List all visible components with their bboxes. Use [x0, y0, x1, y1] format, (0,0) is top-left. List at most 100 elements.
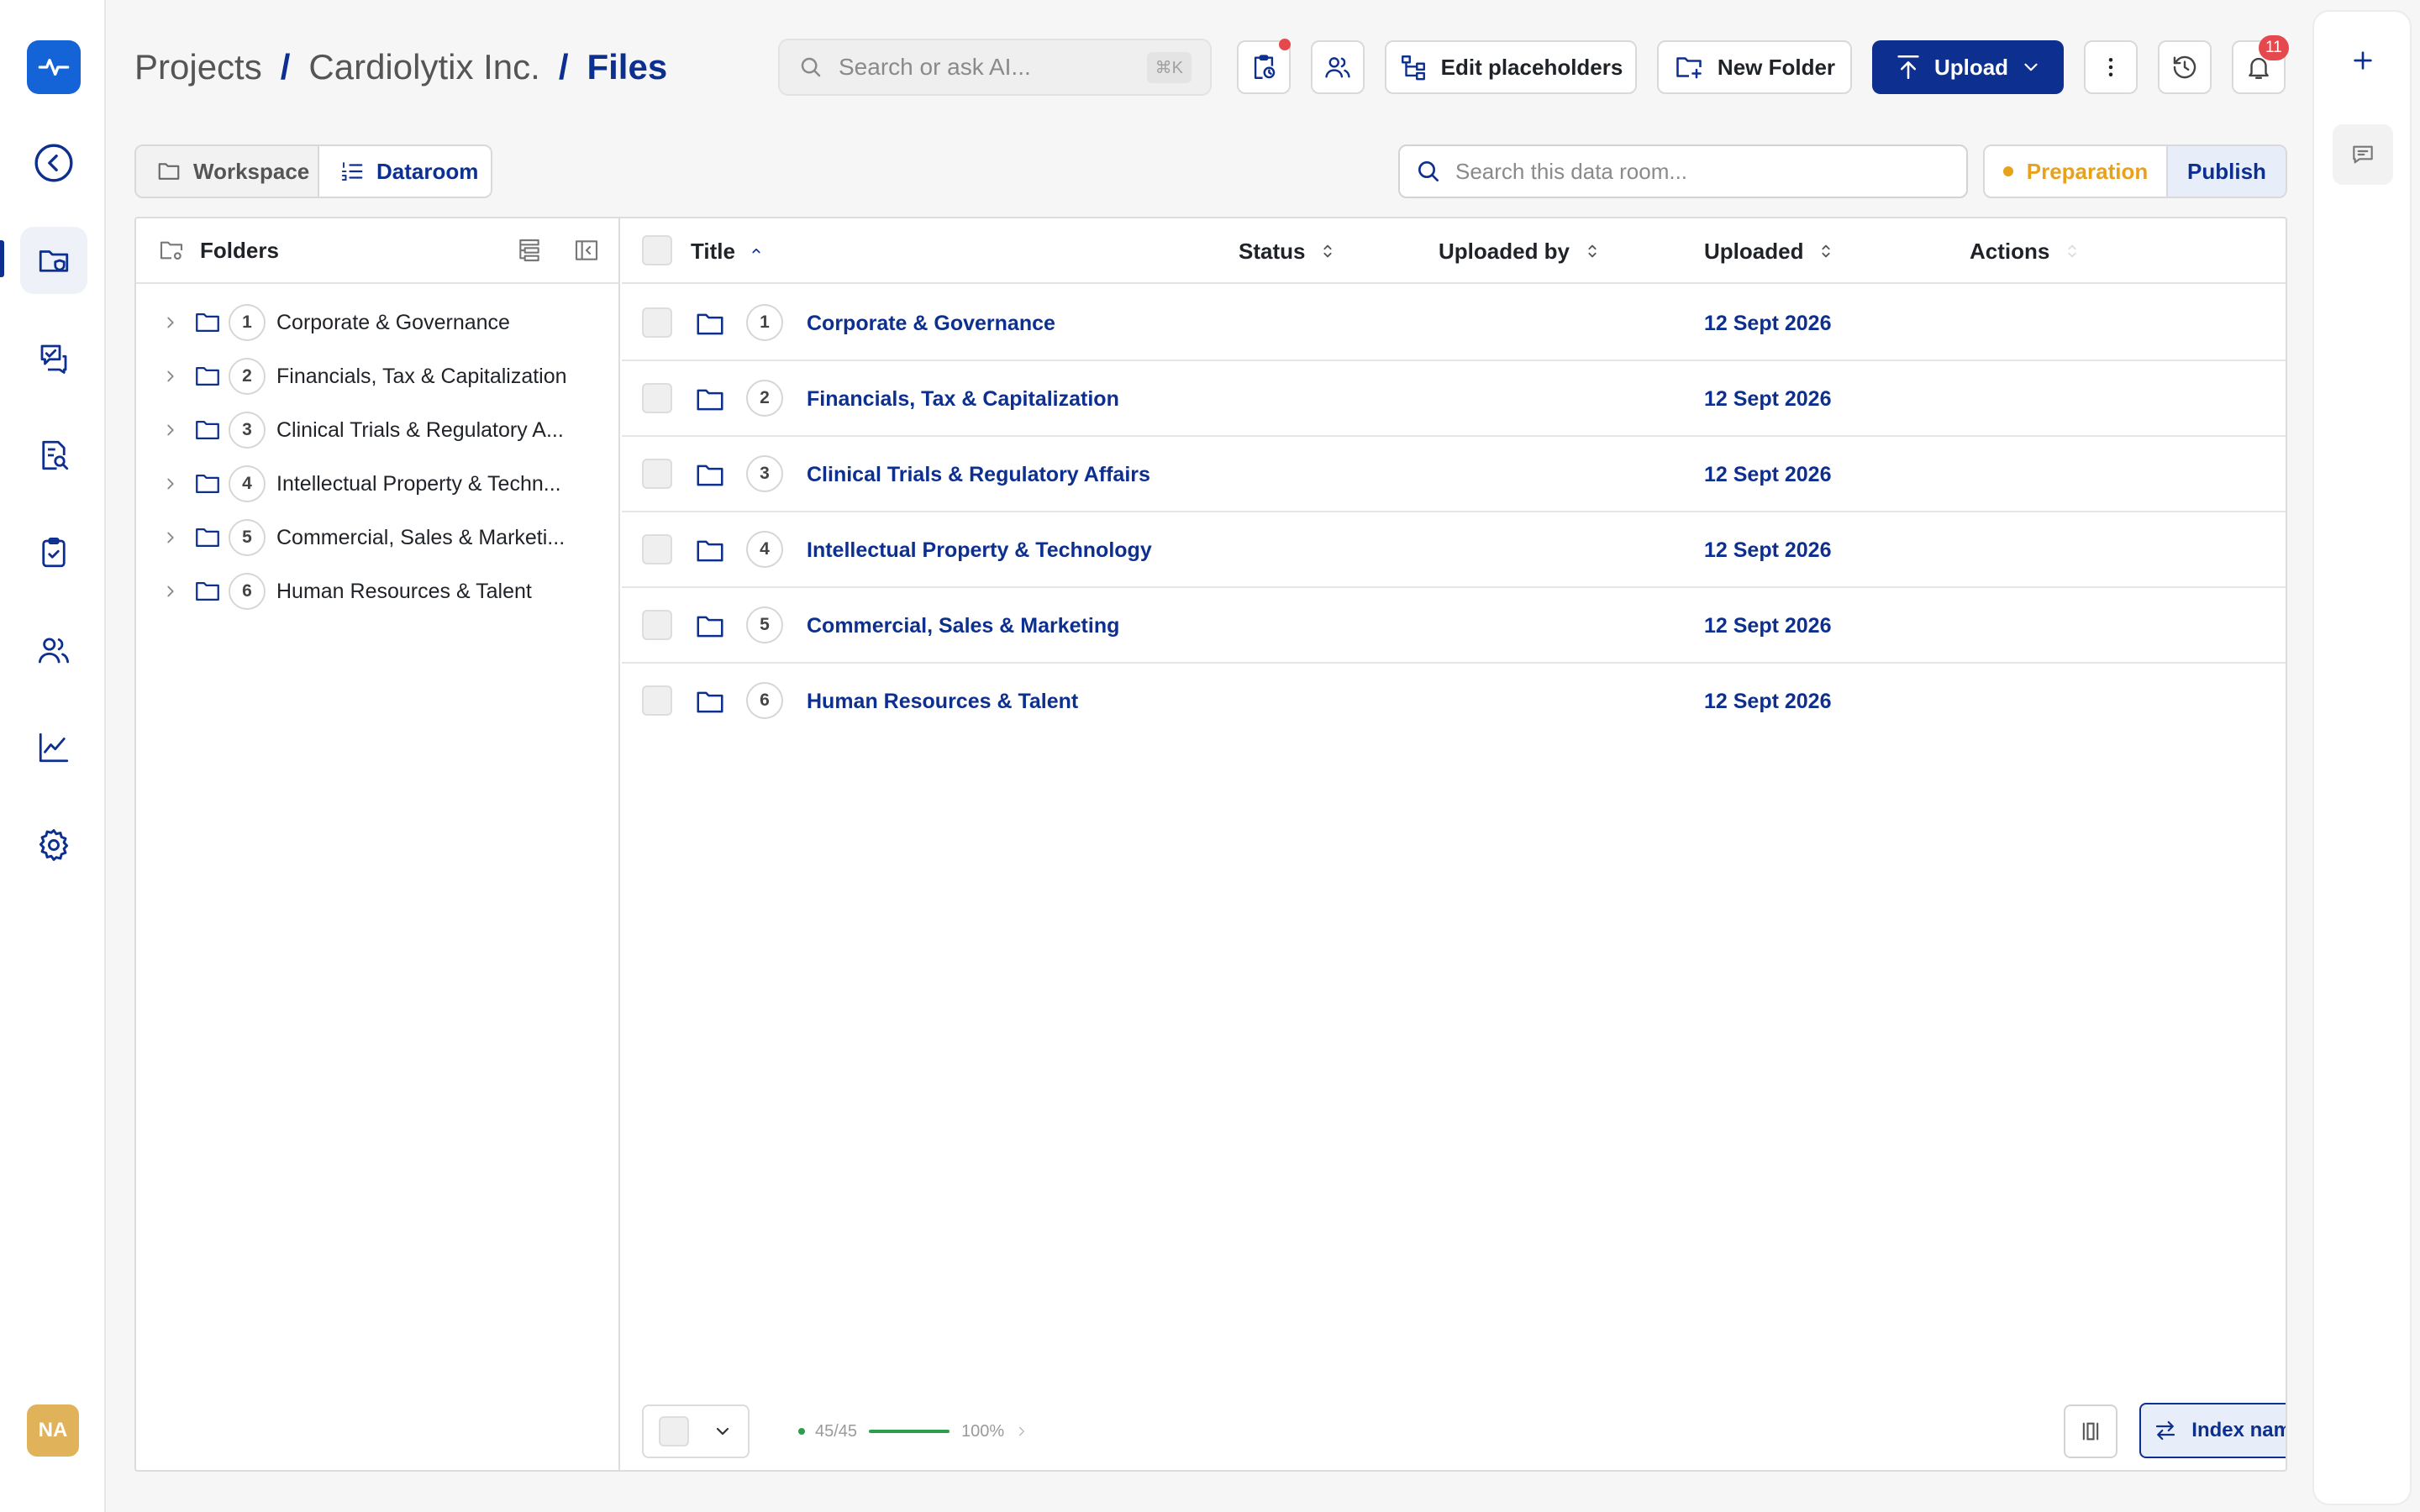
chevron-down-icon — [716, 1427, 729, 1436]
tree-folder-item[interactable]: 2 Financials, Tax & Capitalization — [136, 349, 618, 403]
tree-folder-item[interactable]: 3 Clinical Trials & Regulatory A... — [136, 403, 618, 457]
sort-icon[interactable] — [1318, 242, 1337, 260]
chevron-right-icon[interactable] — [161, 528, 180, 547]
sort-ascending-icon[interactable] — [749, 244, 764, 259]
bulk-select-checkbox[interactable] — [659, 1416, 689, 1446]
gear-icon — [39, 829, 69, 861]
row-checkbox[interactable] — [642, 534, 672, 564]
nav-settings[interactable] — [20, 811, 87, 879]
folder-icon — [196, 581, 219, 601]
row-title-link[interactable]: Human Resources & Talent — [807, 664, 1078, 739]
global-search-input[interactable]: Search or ask AI... ⌘K — [778, 39, 1212, 96]
tree-folder-item[interactable]: 4 Intellectual Property & Techn... — [136, 457, 618, 511]
index-names-button[interactable]: Index names — [2139, 1403, 2286, 1458]
search-icon — [1418, 161, 1439, 181]
tree-folder-item[interactable]: 6 Human Resources & Talent — [136, 564, 618, 618]
table-row[interactable]: 6 Human Resources & Talent 12 Sept 2026 — [622, 664, 2286, 739]
column-uploaded-by[interactable]: Uploaded by — [1439, 218, 1602, 284]
row-checkbox[interactable] — [642, 610, 672, 640]
row-checkbox[interactable] — [642, 459, 672, 489]
row-title-link[interactable]: Clinical Trials & Regulatory Affairs — [807, 437, 1150, 512]
chevron-right-icon[interactable] — [161, 367, 180, 386]
table-row[interactable]: 3 Clinical Trials & Regulatory Affairs 1… — [622, 437, 2286, 512]
tree-folder-item[interactable]: 1 Corporate & Governance — [136, 296, 618, 349]
sort-icon[interactable] — [1583, 242, 1602, 260]
members-button[interactable] — [1311, 40, 1365, 94]
table-row[interactable]: 4 Intellectual Property & Technology 12 … — [622, 512, 2286, 588]
comments-button[interactable] — [2333, 124, 2393, 185]
tree-folder-label: Intellectual Property & Techn... — [276, 471, 561, 496]
edit-placeholders-button[interactable]: Edit placeholders — [1385, 40, 1637, 94]
upload-button[interactable]: Upload — [1872, 40, 2064, 94]
progress-percent: 100% — [961, 1421, 1005, 1441]
chevron-right-icon[interactable] — [161, 421, 180, 439]
nav-checklist[interactable] — [20, 519, 87, 586]
mode-publish[interactable]: Publish — [2166, 146, 2286, 197]
nav-qa[interactable] — [20, 324, 87, 391]
tab-workspace-label: Workspace — [193, 158, 310, 184]
nav-files[interactable] — [20, 227, 87, 294]
chevron-right-icon[interactable] — [161, 313, 180, 332]
view-toggle: Workspace Dataroom — [134, 144, 492, 198]
row-title-link[interactable]: Corporate & Governance — [807, 286, 1055, 361]
column-title[interactable]: Title — [691, 218, 764, 284]
nav-review[interactable] — [20, 422, 87, 489]
column-status[interactable]: Status — [1239, 218, 1337, 284]
row-checkbox[interactable] — [642, 307, 672, 338]
dataroom-search-input[interactable]: Search this data room... — [1398, 144, 1968, 198]
user-avatar[interactable]: NA — [27, 1404, 79, 1457]
upload-label: Upload — [1933, 54, 2009, 80]
page-title: Files — [587, 47, 668, 87]
table-row[interactable]: 5 Commercial, Sales & Marketing 12 Sept … — [622, 588, 2286, 664]
tree-view-button[interactable] — [516, 237, 543, 264]
table-row[interactable]: 2 Financials, Tax & Capitalization 12 Se… — [622, 361, 2286, 437]
add-button[interactable] — [2333, 30, 2393, 91]
row-title-link[interactable]: Commercial, Sales & Marketing — [807, 588, 1119, 664]
chevron-right-icon[interactable] — [161, 475, 180, 493]
column-actions: Actions — [1970, 218, 2081, 284]
row-checkbox[interactable] — [642, 383, 672, 413]
select-all-checkbox[interactable] — [642, 235, 672, 265]
progress-bar — [869, 1430, 950, 1433]
nav-analytics[interactable] — [20, 714, 87, 781]
files-table: Title Status Uploaded by Uploaded Action… — [622, 218, 2286, 1470]
sort-icon[interactable] — [1817, 242, 1835, 260]
folder-icon — [196, 474, 219, 494]
tree-folder-item[interactable]: 5 Commercial, Sales & Marketi... — [136, 511, 618, 564]
tree-folder-label: Clinical Trials & Regulatory A... — [276, 417, 564, 442]
column-uploaded[interactable]: Uploaded — [1704, 218, 1835, 284]
row-checkbox[interactable] — [642, 685, 672, 716]
folder-settings-icon — [158, 237, 185, 264]
folder-icon — [697, 313, 723, 335]
new-folder-label: New Folder — [1717, 54, 1836, 80]
breadcrumb-projects[interactable]: Projects — [134, 47, 262, 87]
files-panel: Folders 1 Corporate & Governance 2 Finan… — [134, 217, 2287, 1472]
tab-dataroom[interactable]: Dataroom — [319, 146, 491, 197]
collapse-panel-button[interactable] — [573, 237, 600, 264]
table-header: Title Status Uploaded by Uploaded Action… — [622, 218, 2286, 284]
users-icon — [1325, 57, 1350, 78]
progress-count: 45/45 — [815, 1421, 858, 1441]
bulk-select-dropdown[interactable] — [642, 1404, 750, 1458]
nav-users[interactable] — [20, 617, 87, 684]
chevron-right-icon[interactable] — [161, 582, 180, 601]
search-icon — [801, 57, 821, 77]
tab-workspace[interactable]: Workspace — [136, 146, 319, 197]
more-options-button[interactable] — [2084, 40, 2138, 94]
app-logo[interactable] — [27, 40, 81, 94]
upload-icon — [1897, 55, 1919, 80]
swap-arrows-icon — [2153, 1418, 2178, 1443]
chevron-right-icon[interactable] — [1014, 1424, 1029, 1439]
row-title-link[interactable]: Financials, Tax & Capitalization — [807, 361, 1119, 437]
history-button[interactable] — [2158, 40, 2212, 94]
folder-index-number: 5 — [229, 519, 266, 556]
row-title-link[interactable]: Intellectual Property & Technology — [807, 512, 1152, 588]
back-button[interactable] — [20, 129, 87, 197]
mode-preparation[interactable]: Preparation — [1985, 146, 2166, 197]
new-folder-button[interactable]: New Folder — [1657, 40, 1852, 94]
breadcrumb-project[interactable]: Cardiolytix Inc. — [308, 47, 539, 87]
table-row[interactable]: 1 Corporate & Governance 12 Sept 2026 — [622, 286, 2286, 361]
columns-button[interactable] — [2064, 1404, 2118, 1458]
tasks-alert-dot — [1279, 39, 1291, 50]
folder-index-number: 4 — [746, 531, 783, 568]
